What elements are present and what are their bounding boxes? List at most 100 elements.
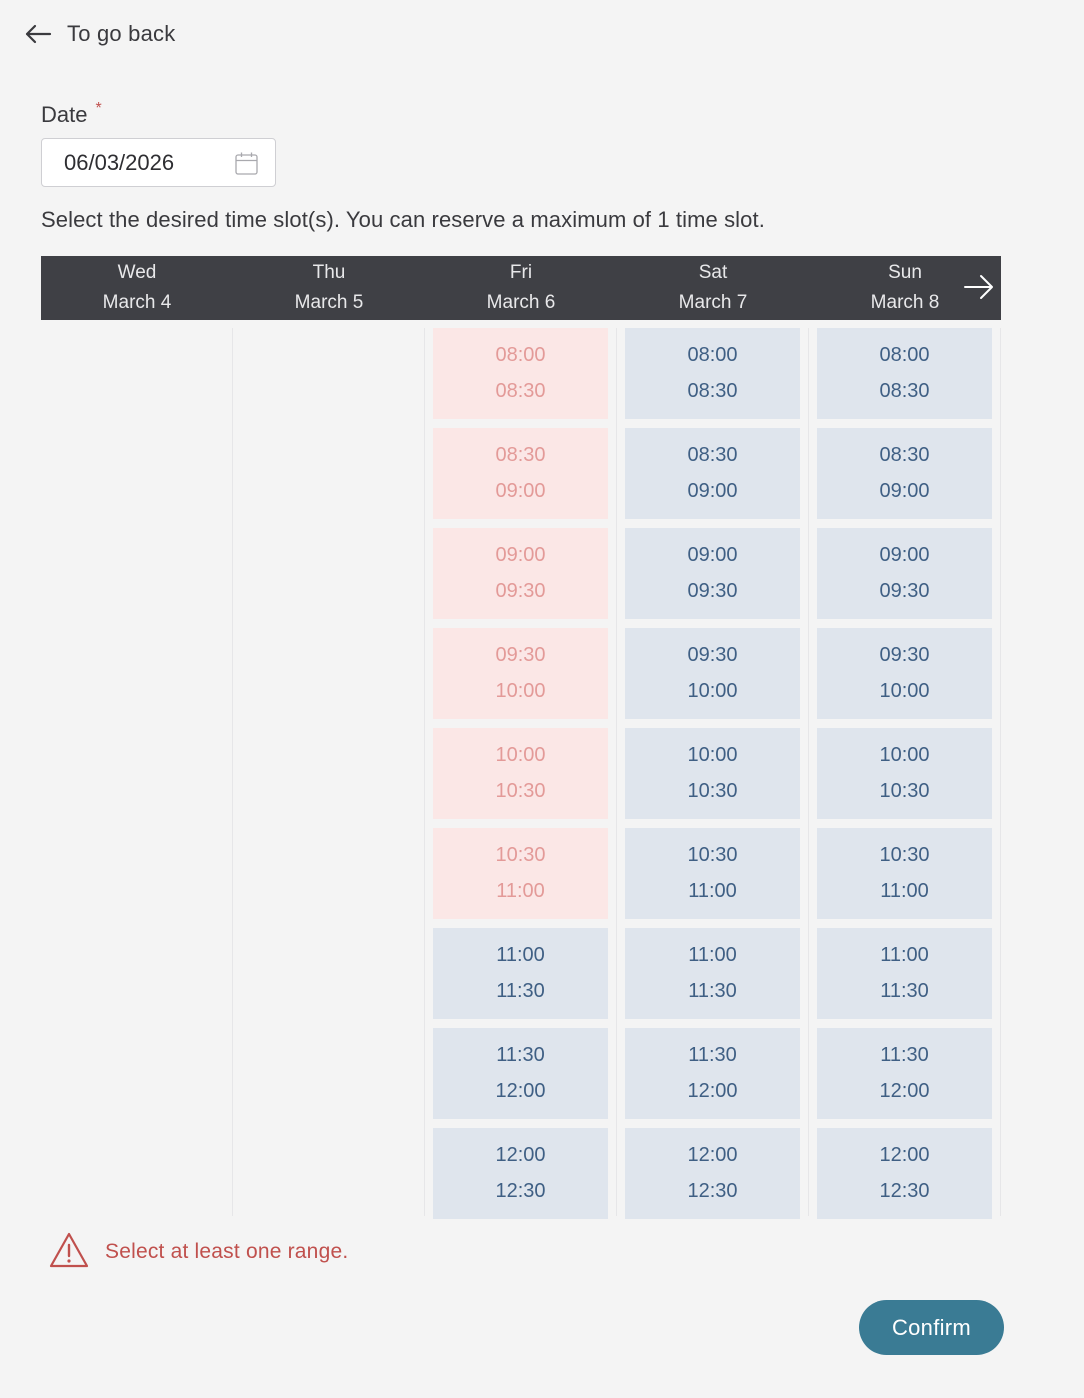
time-slot-fri: 08:30 09:00 xyxy=(433,428,608,519)
slot-start-time: 12:00 xyxy=(495,1144,546,1166)
day-weekday: Sat xyxy=(698,262,728,283)
day-header-thu: Thu March 5 xyxy=(233,256,425,320)
time-slot-sun[interactable]: 09:30 10:00 xyxy=(817,628,992,719)
slot-end-time: 10:30 xyxy=(687,780,738,802)
time-slot-fri: 10:30 11:00 xyxy=(433,828,608,919)
date-label-text: Date xyxy=(41,102,88,127)
date-field[interactable] xyxy=(41,138,276,187)
slot-start-time: 10:00 xyxy=(495,744,546,766)
time-slot-sun[interactable]: 12:00 12:30 xyxy=(817,1128,992,1219)
back-link[interactable]: To go back xyxy=(24,18,175,50)
time-slot-sun[interactable]: 09:00 09:30 xyxy=(817,528,992,619)
column-divider xyxy=(1000,328,1001,1216)
slot-end-time: 10:00 xyxy=(495,680,546,702)
slot-end-time: 12:00 xyxy=(687,1080,738,1102)
slot-end-time: 11:00 xyxy=(688,880,737,902)
slot-end-time: 12:00 xyxy=(495,1080,546,1102)
time-slot-sat[interactable]: 10:30 11:00 xyxy=(625,828,800,919)
slot-start-time: 08:30 xyxy=(879,444,930,466)
day-weekday: Thu xyxy=(312,262,346,283)
slot-start-time: 11:30 xyxy=(496,1044,545,1066)
slot-start-time: 09:30 xyxy=(495,644,546,666)
day-header-fri: Fri March 6 xyxy=(425,256,617,320)
slot-start-time: 10:00 xyxy=(687,744,738,766)
required-mark: * xyxy=(95,100,102,117)
day-date: March 7 xyxy=(678,292,748,313)
slot-start-time: 08:00 xyxy=(687,344,738,366)
time-slot-sat[interactable]: 11:00 11:30 xyxy=(625,928,800,1019)
time-slot-fri: 10:00 10:30 xyxy=(433,728,608,819)
time-slot-fri[interactable]: 11:30 12:00 xyxy=(433,1028,608,1119)
schedule-header: Wed March 4 Thu March 5 Fri March 6 Sat … xyxy=(41,256,1001,320)
day-weekday: Fri xyxy=(509,262,533,283)
slot-start-time: 11:00 xyxy=(688,944,737,966)
slot-end-time: 08:30 xyxy=(495,380,546,402)
slot-end-time: 12:30 xyxy=(495,1180,546,1202)
time-slot-sun[interactable]: 11:30 12:00 xyxy=(817,1028,992,1119)
slot-end-time: 09:30 xyxy=(687,580,738,602)
confirm-button[interactable]: Confirm xyxy=(859,1300,1004,1355)
back-label: To go back xyxy=(67,21,176,46)
warning-triangle-icon xyxy=(48,1231,90,1274)
slot-start-time: 09:30 xyxy=(687,644,738,666)
slot-start-time: 11:00 xyxy=(880,944,929,966)
time-slot-sat[interactable]: 08:00 08:30 xyxy=(625,328,800,419)
arrow-right-icon[interactable] xyxy=(963,272,995,307)
instructions-text: Select the desired time slot(s). You can… xyxy=(41,207,765,232)
calendar-icon[interactable] xyxy=(235,152,258,180)
slot-start-time: 10:00 xyxy=(879,744,930,766)
slot-end-time: 08:30 xyxy=(687,380,738,402)
slot-end-time: 10:00 xyxy=(687,680,738,702)
date-field-label: Date * xyxy=(41,100,102,128)
error-message: Select at least one range. xyxy=(48,1232,348,1272)
time-slot-sat[interactable]: 11:30 12:00 xyxy=(625,1028,800,1119)
column-divider xyxy=(616,328,617,1216)
column-divider xyxy=(232,328,233,1216)
slot-start-time: 12:00 xyxy=(687,1144,738,1166)
slot-start-time: 11:00 xyxy=(496,944,545,966)
time-slot-sat[interactable]: 12:00 12:30 xyxy=(625,1128,800,1219)
time-slot-sun[interactable]: 08:00 08:30 xyxy=(817,328,992,419)
day-weekday: Wed xyxy=(117,262,157,283)
time-slot-fri: 09:00 09:30 xyxy=(433,528,608,619)
slot-end-time: 11:30 xyxy=(688,980,737,1002)
column-divider xyxy=(424,328,425,1216)
day-date: March 4 xyxy=(102,292,172,313)
slot-end-time: 11:00 xyxy=(880,880,929,902)
slot-end-time: 10:30 xyxy=(495,780,546,802)
slot-start-time: 10:30 xyxy=(495,844,546,866)
slot-end-time: 09:00 xyxy=(687,480,738,502)
slot-end-time: 11:30 xyxy=(880,980,929,1002)
time-slot-sat[interactable]: 09:00 09:30 xyxy=(625,528,800,619)
time-slot-sat[interactable]: 09:30 10:00 xyxy=(625,628,800,719)
slot-start-time: 12:00 xyxy=(879,1144,930,1166)
slot-start-time: 09:00 xyxy=(687,544,738,566)
slot-end-time: 08:30 xyxy=(879,380,930,402)
day-header-sat: Sat March 7 xyxy=(617,256,809,320)
slot-end-time: 10:00 xyxy=(879,680,930,702)
date-input[interactable] xyxy=(64,149,182,177)
slot-start-time: 10:30 xyxy=(687,844,738,866)
slot-start-time: 10:30 xyxy=(879,844,930,866)
slot-start-time: 09:00 xyxy=(879,544,930,566)
slot-start-time: 08:00 xyxy=(495,344,546,366)
time-slot-sun[interactable]: 11:00 11:30 xyxy=(817,928,992,1019)
day-header-wed: Wed March 4 xyxy=(41,256,233,320)
time-slot-grid: 08:00 08:30 08:30 09:00 09:00 09:30 09:30 10:00… xyxy=(41,328,1001,1219)
slot-end-time: 11:30 xyxy=(496,980,545,1002)
slot-end-time: 09:30 xyxy=(879,580,930,602)
time-slot-sat[interactable]: 10:00 10:30 xyxy=(625,728,800,819)
slot-end-time: 12:30 xyxy=(879,1180,930,1202)
time-slot-sat[interactable]: 08:30 09:00 xyxy=(625,428,800,519)
slot-start-time: 08:00 xyxy=(879,344,930,366)
time-slot-sun[interactable]: 10:30 11:00 xyxy=(817,828,992,919)
time-slot-sun[interactable]: 10:00 10:30 xyxy=(817,728,992,819)
arrow-left-icon xyxy=(24,24,52,44)
slot-end-time: 09:00 xyxy=(495,480,546,502)
slot-end-time: 09:30 xyxy=(495,580,546,602)
slot-start-time: 08:30 xyxy=(687,444,738,466)
time-slot-fri[interactable]: 12:00 12:30 xyxy=(433,1128,608,1219)
time-slot-sun[interactable]: 08:30 09:00 xyxy=(817,428,992,519)
day-date: March 5 xyxy=(294,292,364,313)
time-slot-fri[interactable]: 11:00 11:30 xyxy=(433,928,608,1019)
